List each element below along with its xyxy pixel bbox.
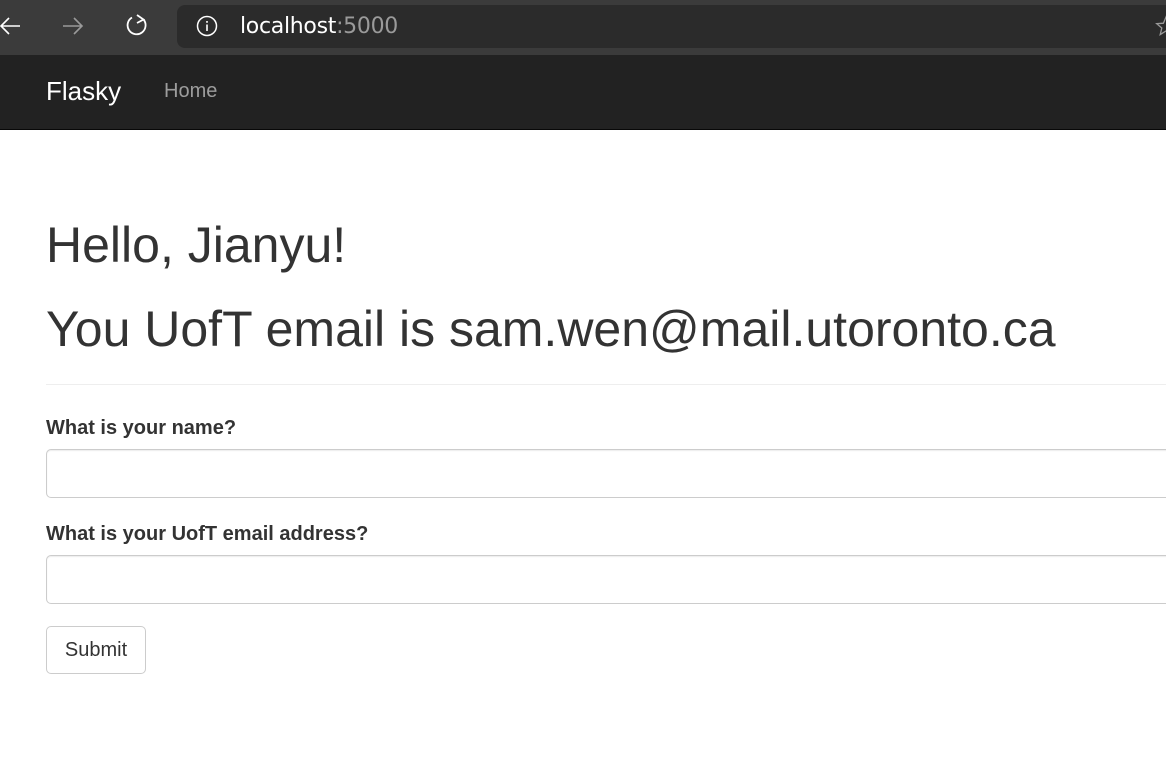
submit-button[interactable]: Submit	[46, 626, 146, 674]
name-input[interactable]	[46, 449, 1166, 498]
star-icon[interactable]	[1155, 15, 1166, 37]
forward-button[interactable]	[57, 8, 89, 44]
address-bar[interactable]: localhost:5000	[177, 5, 1166, 48]
greeting-heading: Hello, Jianyu!	[46, 217, 347, 273]
site-navbar: Flasky Home	[0, 55, 1166, 130]
browser-toolbar: localhost:5000	[0, 0, 1166, 55]
info-icon[interactable]	[196, 15, 218, 37]
email-heading: You UofT email is sam.wen@mail.utoronto.…	[46, 301, 1056, 357]
url-text: localhost:5000	[240, 14, 398, 39]
nav-link-home[interactable]: Home	[164, 80, 217, 103]
back-button[interactable]	[0, 8, 26, 44]
email-label: What is your UofT email address?	[46, 523, 369, 545]
back-arrow-icon	[0, 17, 20, 35]
reload-button[interactable]	[121, 8, 153, 44]
divider	[46, 384, 1166, 385]
navbar-brand[interactable]: Flasky	[46, 76, 121, 107]
name-label: What is your name?	[46, 417, 237, 439]
url-port: :5000	[336, 14, 398, 39]
reload-icon	[126, 14, 147, 36]
email-input[interactable]	[46, 555, 1166, 604]
url-host: localhost	[240, 14, 337, 39]
forward-arrow-icon	[63, 17, 84, 35]
